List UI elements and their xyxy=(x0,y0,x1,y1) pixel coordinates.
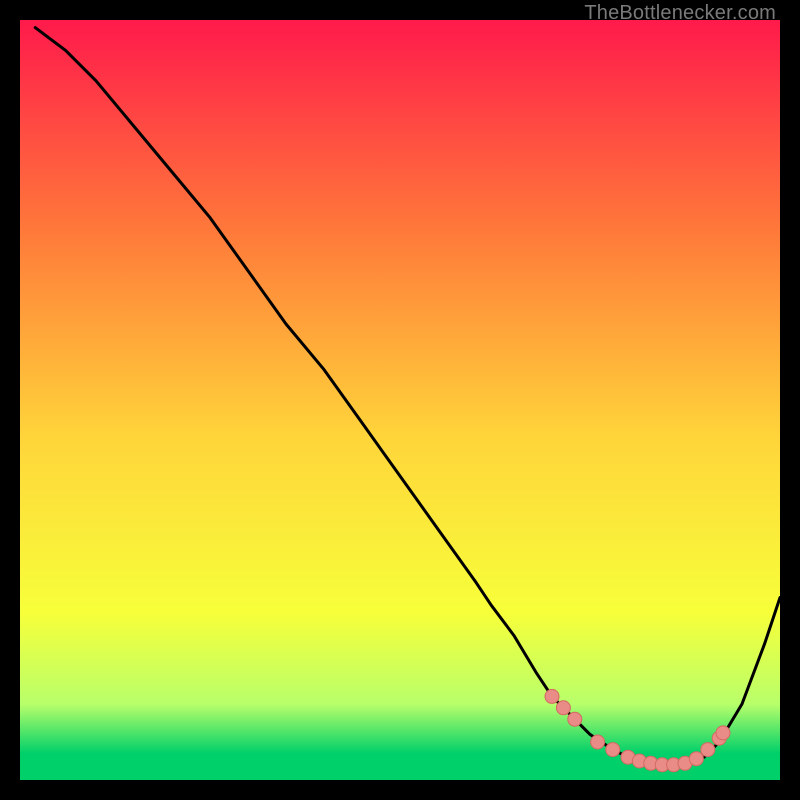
curve-marker xyxy=(568,712,582,726)
curve-marker xyxy=(689,752,703,766)
curve-marker xyxy=(591,735,605,749)
curve-marker xyxy=(606,743,620,757)
chart-frame xyxy=(20,20,780,780)
curve-marker xyxy=(701,743,715,757)
curve-marker xyxy=(556,701,570,715)
gradient-background xyxy=(20,20,780,780)
curve-marker xyxy=(716,726,730,740)
curve-marker xyxy=(545,689,559,703)
bottleneck-chart xyxy=(20,20,780,780)
